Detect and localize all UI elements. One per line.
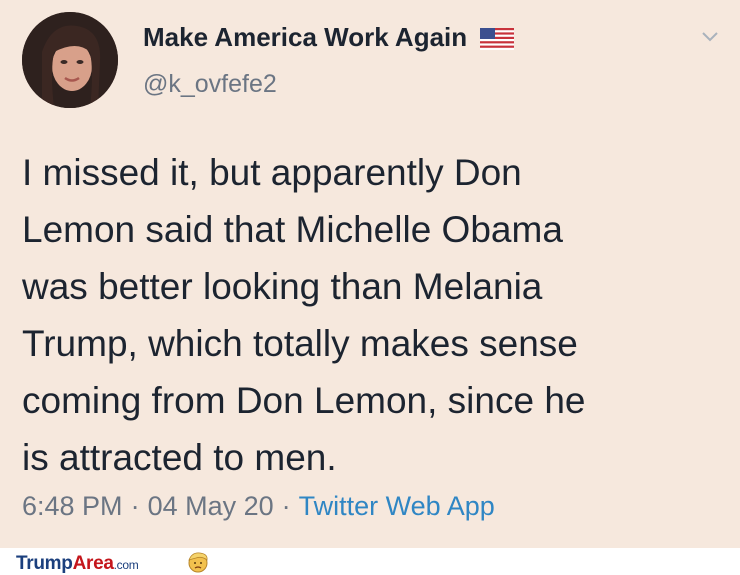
brand-logo[interactable]: TrumpArea.com (16, 553, 139, 575)
display-name-text: Make America Work Again (143, 22, 468, 52)
avatar[interactable] (22, 12, 118, 108)
brand-part-domain: .com (113, 558, 139, 572)
meta-separator: · (130, 491, 140, 521)
tweet-meta: 6:48 PM · 04 May 20 · Twitter Web App (22, 491, 495, 522)
tweet-text-line: I missed it, but apparently Don (22, 152, 522, 193)
tweet-text-line: is attracted to men. (22, 437, 337, 478)
trump-face-icon (188, 552, 208, 573)
brand-part-area: Area (72, 553, 114, 574)
tweet-date[interactable]: 04 May 20 (148, 491, 274, 521)
tweet-time[interactable]: 6:48 PM (22, 491, 123, 521)
tweet-text: I missed it, but apparently Don Lemon sa… (22, 144, 722, 486)
user-handle[interactable]: @k_ovfefe2 (143, 70, 277, 99)
tweet-text-line: coming from Don Lemon, since he (22, 380, 586, 421)
tweet-text-line: Lemon said that Michelle Obama (22, 209, 563, 250)
meta-separator: · (281, 491, 291, 521)
us-flag-icon (480, 28, 515, 51)
tweet-text-line: was better looking than Melania (22, 266, 543, 307)
display-name[interactable]: Make America Work Again (143, 22, 515, 53)
chevron-down-icon[interactable] (700, 30, 720, 44)
footer-watermark: TrumpArea.com (0, 548, 740, 575)
avatar-portrait-icon (22, 12, 118, 108)
tweet-text-line: Trump, which totally makes sense (22, 323, 578, 364)
tweet-card: Make America Work Again @k_ovfefe2 I mis… (0, 0, 740, 548)
brand-part-trump: Trump (16, 553, 73, 574)
tweet-source-link[interactable]: Twitter Web App (299, 491, 495, 521)
